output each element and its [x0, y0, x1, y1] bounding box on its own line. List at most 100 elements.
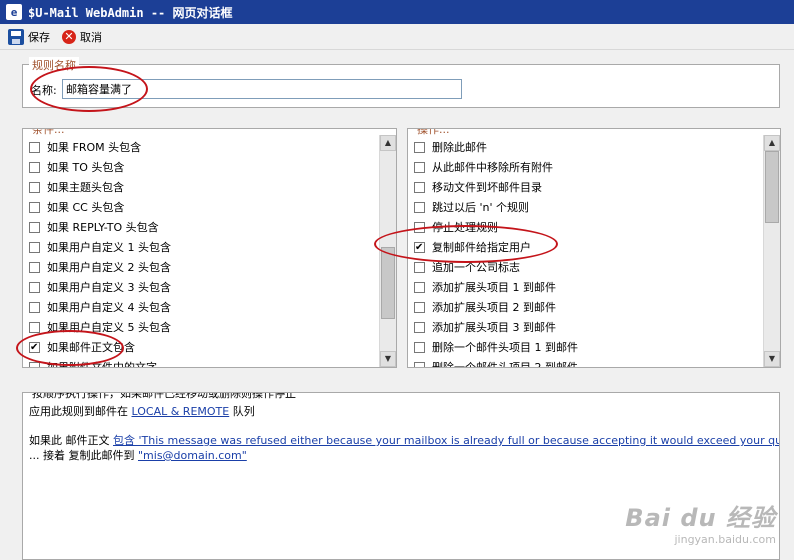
- condition-item[interactable]: 如果 REPLY-TO 头包含: [23, 217, 378, 237]
- condition-item-label: 如果用户自定义 1 头包含: [47, 241, 171, 254]
- condition-item-label: 如果 TO 头包含: [47, 161, 125, 174]
- action-item[interactable]: 复制邮件给指定用户: [408, 237, 762, 257]
- condition-item-label: 如果 REPLY-TO 头包含: [47, 221, 159, 234]
- action-target-link[interactable]: "mis@domain.com": [138, 449, 247, 462]
- app-icon: e: [6, 4, 22, 20]
- condition-item[interactable]: 如果 FROM 头包含: [23, 137, 378, 157]
- action-item-label: 复制邮件给指定用户: [432, 241, 531, 254]
- condition-item-label: 如果用户自定义 5 头包含: [47, 321, 171, 334]
- checkbox[interactable]: [414, 161, 425, 173]
- checkbox[interactable]: [29, 221, 40, 233]
- action-item-label: 删除一个邮件头项目 2 到邮件: [432, 359, 578, 367]
- summary-legend: 按顺序执行操作，如果邮件已经移动或删除则操作停止: [29, 393, 299, 401]
- condition-item[interactable]: 如果主题头包含: [23, 177, 378, 197]
- checkbox[interactable]: [29, 181, 40, 193]
- action-item[interactable]: 删除一个邮件头项目 1 到邮件: [408, 337, 762, 357]
- rule-name-legend: 规则名称: [29, 57, 79, 73]
- rule-name-input[interactable]: [62, 79, 462, 99]
- conditions-scroll-thumb[interactable]: [381, 247, 395, 320]
- condition-item[interactable]: 如果用户自定义 1 头包含: [23, 237, 378, 257]
- action-item[interactable]: 从此邮件中移除所有附件: [408, 157, 762, 177]
- condition-item-label: 如果邮件正文包含: [47, 341, 135, 354]
- action-item-label: 从此邮件中移除所有附件: [432, 161, 553, 174]
- condition-item[interactable]: 如果用户自定义 2 头包含: [23, 257, 378, 277]
- checkbox[interactable]: [414, 301, 425, 313]
- actions-scroll-thumb[interactable]: [765, 151, 779, 223]
- action-item-label: 追加一个公司标志: [432, 261, 520, 274]
- checkbox[interactable]: [414, 321, 425, 333]
- checkbox[interactable]: [414, 141, 425, 153]
- checkbox[interactable]: [29, 241, 40, 253]
- checkbox[interactable]: [29, 281, 40, 293]
- checkbox[interactable]: [29, 361, 40, 367]
- action-item-label: 添加扩展头项目 2 到邮件: [432, 301, 556, 314]
- actions-group: 操作... 删除此邮件从此邮件中移除所有附件移动文件到坏邮件目录跳过以后 'n'…: [407, 128, 781, 368]
- condition-item[interactable]: 如果邮件正文包含: [23, 337, 378, 357]
- checkbox[interactable]: [29, 161, 40, 173]
- checkbox[interactable]: [414, 261, 425, 273]
- action-item[interactable]: 添加扩展头项目 2 到邮件: [408, 297, 762, 317]
- action-item[interactable]: 添加扩展头项目 1 到邮件: [408, 277, 762, 297]
- checkbox[interactable]: [29, 301, 40, 313]
- condition-item[interactable]: 如果附件文件中的文字: [23, 357, 378, 367]
- window-title: $U-Mail WebAdmin -- 网页对话框: [28, 5, 233, 20]
- scroll-up-icon[interactable]: ▲: [380, 135, 396, 151]
- save-icon: [8, 28, 24, 45]
- checkbox[interactable]: [414, 241, 425, 253]
- action-item-label: 添加扩展头项目 3 到邮件: [432, 321, 556, 334]
- action-item[interactable]: 停止处理规则: [408, 217, 762, 237]
- condition-item[interactable]: 如果 CC 头包含: [23, 197, 378, 217]
- action-item[interactable]: 追加一个公司标志: [408, 257, 762, 277]
- action-item[interactable]: 添加扩展头项目 3 到邮件: [408, 317, 762, 337]
- scroll-down-icon[interactable]: ▼: [764, 351, 780, 367]
- condition-item-label: 如果附件文件中的文字: [47, 359, 157, 367]
- checkbox[interactable]: [414, 361, 425, 367]
- queue-link[interactable]: LOCAL & REMOTE: [132, 405, 230, 418]
- condition-item-label: 如果 CC 头包含: [47, 201, 125, 214]
- action-item-label: 跳过以后 'n' 个规则: [432, 201, 530, 214]
- checkbox[interactable]: [414, 201, 425, 213]
- cancel-icon: ✕: [62, 29, 76, 44]
- summary-queue-suffix: 队列: [232, 405, 255, 418]
- checkbox[interactable]: [29, 201, 40, 213]
- checkbox[interactable]: [414, 221, 425, 233]
- summary-queue-prefix: 应用此规则到邮件在: [29, 405, 128, 418]
- condition-item-label: 如果 FROM 头包含: [47, 141, 142, 154]
- condition-item-label: 如果用户自定义 2 头包含: [47, 261, 171, 274]
- condition-item[interactable]: 如果用户自定义 3 头包含: [23, 277, 378, 297]
- summary-condition-prefix: 如果此 邮件正文: [29, 434, 110, 447]
- summary-queue-line: 应用此规则到邮件在 LOCAL & REMOTE 队列: [29, 403, 255, 419]
- actions-scrollbar[interactable]: ▲ ▼: [763, 135, 780, 367]
- condition-link[interactable]: 包含 'This message was refused either beca…: [113, 434, 779, 447]
- cancel-label: 取消: [80, 30, 102, 44]
- conditions-scrollbar[interactable]: ▲ ▼: [379, 135, 396, 367]
- checkbox[interactable]: [414, 181, 425, 193]
- action-item[interactable]: 删除一个邮件头项目 2 到邮件: [408, 357, 762, 367]
- scroll-down-icon[interactable]: ▼: [380, 351, 396, 367]
- action-item[interactable]: 移动文件到坏邮件目录: [408, 177, 762, 197]
- scroll-up-icon[interactable]: ▲: [764, 135, 780, 151]
- summary-condition-line: 如果此 邮件正文 包含 'This message was refused ei…: [29, 432, 779, 448]
- condition-item[interactable]: 如果 TO 头包含: [23, 157, 378, 177]
- action-item-label: 添加扩展头项目 1 到邮件: [432, 281, 556, 294]
- action-item[interactable]: 删除此邮件: [408, 137, 762, 157]
- condition-item[interactable]: 如果用户自定义 5 头包含: [23, 317, 378, 337]
- checkbox[interactable]: [29, 321, 40, 333]
- checkbox[interactable]: [414, 281, 425, 293]
- actions-legend: 操作...: [414, 129, 453, 137]
- cancel-button[interactable]: ✕ 取消: [62, 29, 102, 45]
- summary-action-prefix: ... 接着 复制此邮件到: [29, 449, 135, 462]
- save-button[interactable]: 保存: [8, 28, 50, 45]
- checkbox[interactable]: [29, 341, 40, 353]
- action-item[interactable]: 跳过以后 'n' 个规则: [408, 197, 762, 217]
- condition-item-label: 如果用户自定义 3 头包含: [47, 281, 171, 294]
- condition-item[interactable]: 如果用户自定义 4 头包含: [23, 297, 378, 317]
- condition-item-label: 如果用户自定义 4 头包含: [47, 301, 171, 314]
- rule-name-label: 名称:: [31, 84, 57, 97]
- checkbox[interactable]: [29, 141, 40, 153]
- save-label: 保存: [28, 30, 50, 44]
- conditions-group: 条件... 如果 FROM 头包含 如果 TO 头包含 如果主题头包含 如果 CC 头…: [22, 128, 397, 368]
- checkbox[interactable]: [414, 341, 425, 353]
- toolbar: 保存 ✕ 取消: [0, 24, 794, 50]
- checkbox[interactable]: [29, 261, 40, 273]
